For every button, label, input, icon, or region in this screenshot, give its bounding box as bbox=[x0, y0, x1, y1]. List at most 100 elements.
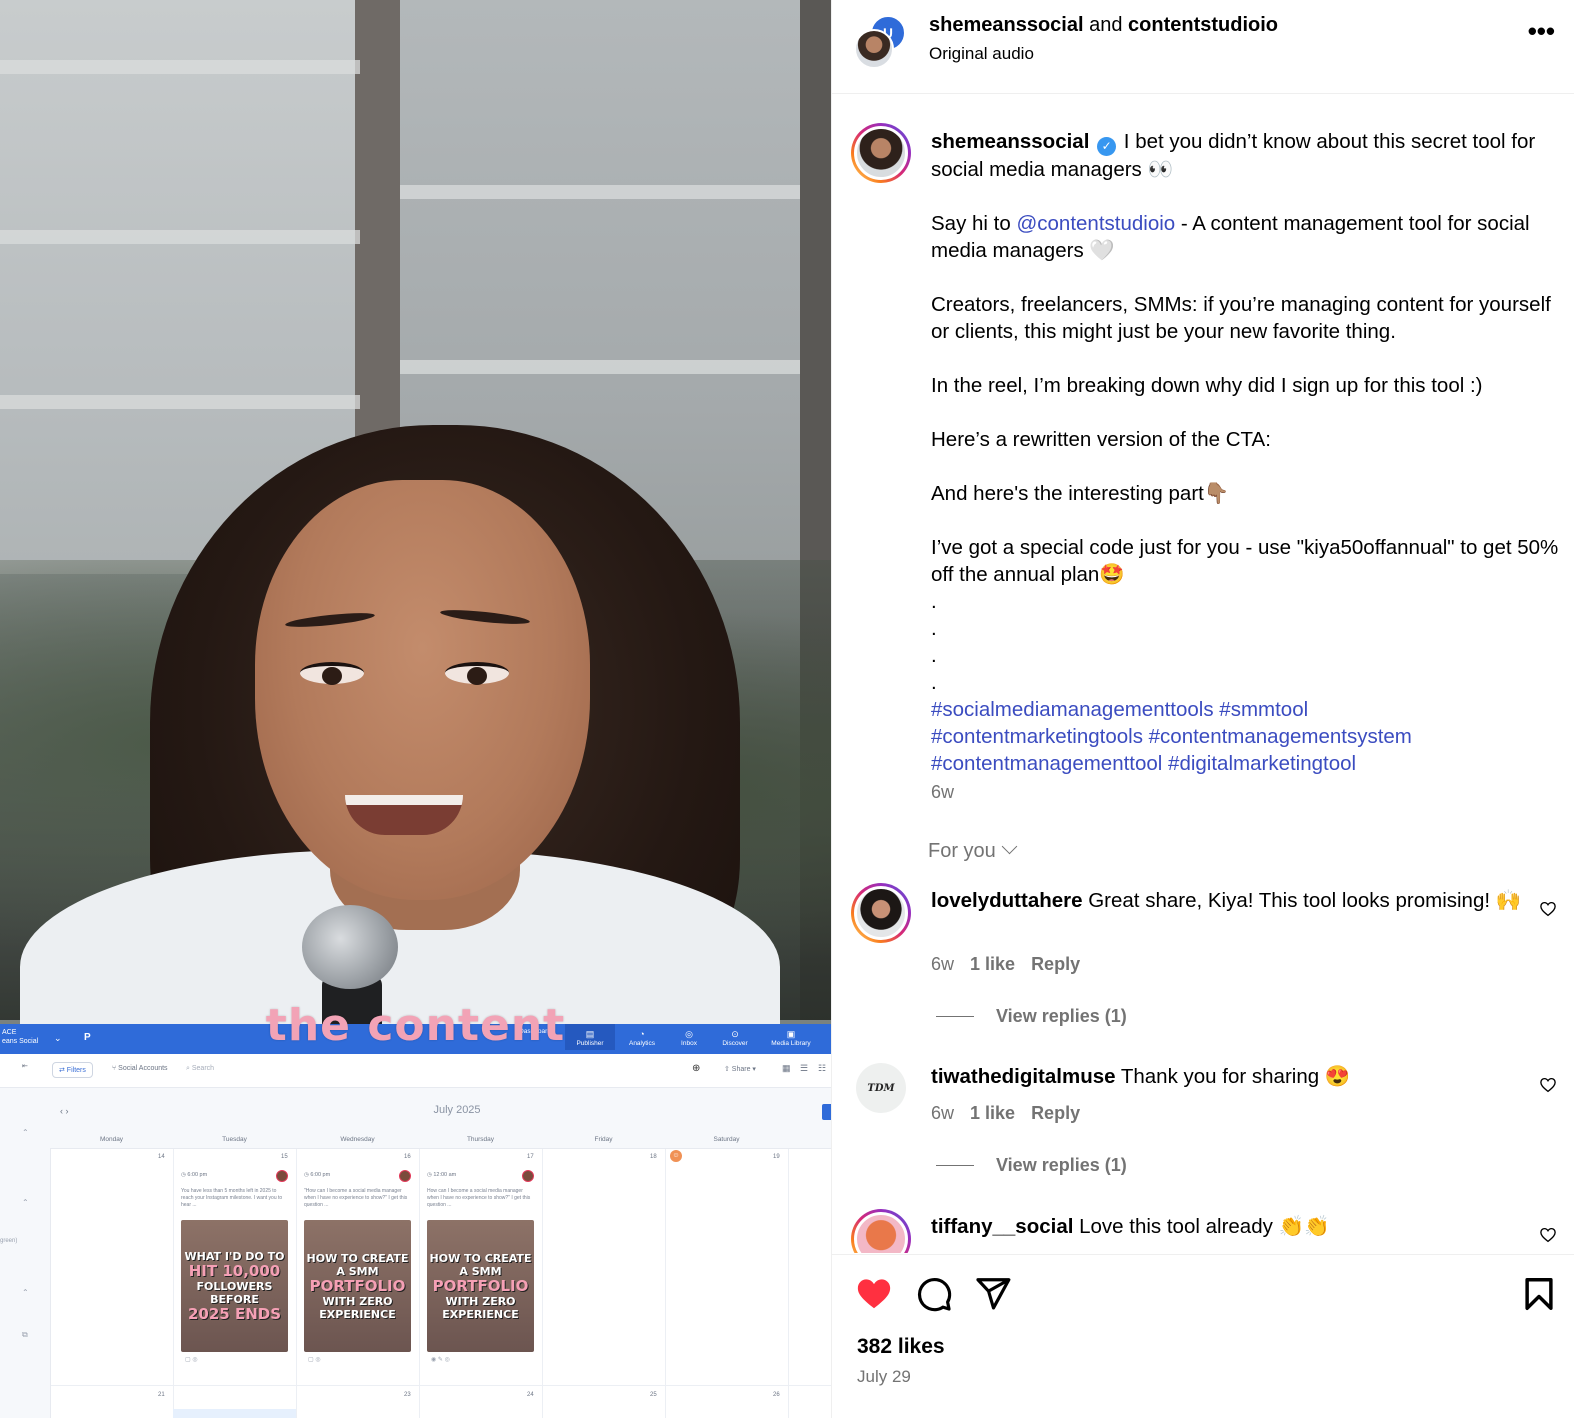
grid-line bbox=[419, 1149, 420, 1418]
post-date[interactable]: July 29 bbox=[857, 1367, 911, 1387]
audio-link[interactable]: Original audio bbox=[929, 44, 1034, 64]
date-number: 16 bbox=[404, 1154, 411, 1160]
collab-avatars[interactable]: ∪ bbox=[854, 15, 910, 71]
date-number: 17 bbox=[527, 1154, 534, 1160]
comments-scroll-area[interactable]: shemeanssocial ✓ I bet you didn’t know a… bbox=[832, 95, 1574, 1253]
scheduled-post-card: ◷ 6:00 pm You have less than 5 months lef… bbox=[181, 1170, 290, 1363]
thumbnail-text: PORTFOLIO bbox=[309, 1276, 406, 1295]
view-replies-button[interactable]: View replies (1) bbox=[936, 1155, 1127, 1176]
comment-avatar[interactable] bbox=[851, 883, 911, 943]
comment-time[interactable]: 6w bbox=[931, 954, 954, 974]
thumbnail-text: A SMM bbox=[459, 1264, 502, 1278]
date-number: 26 bbox=[773, 1392, 780, 1398]
comment-text: lovelyduttahere Great share, Kiya! This … bbox=[931, 887, 1531, 914]
social-accounts-button: ⑂ Social Accounts bbox=[112, 1065, 168, 1072]
day-header: Wednesday bbox=[340, 1136, 375, 1143]
comment-likes[interactable]: 1 like bbox=[970, 1103, 1015, 1123]
comment-username[interactable]: tiffany__social bbox=[931, 1215, 1073, 1238]
comment-username[interactable]: tiwathedigitalmuse bbox=[931, 1065, 1116, 1088]
day-header: Saturday bbox=[713, 1136, 740, 1143]
caption-paragraph: And here's the interesting part👇🏽 bbox=[931, 482, 1230, 505]
like-comment-heart-icon[interactable] bbox=[1539, 900, 1557, 918]
view-replies-label: View replies (1) bbox=[996, 1155, 1127, 1175]
like-comment-heart-icon[interactable] bbox=[1539, 1226, 1557, 1244]
account-avatar bbox=[522, 1170, 534, 1182]
caption-paragraph: Creators, freelancers, SMMs: if you’re m… bbox=[931, 293, 1551, 343]
chevron-up-icon: ⌃ bbox=[22, 1128, 29, 1137]
view-replies-button[interactable]: View replies (1) bbox=[936, 1006, 1127, 1027]
birthday-icon: ☺ bbox=[670, 1150, 682, 1162]
post-actions: 382 likes July 29 bbox=[832, 1254, 1574, 1418]
grid-line bbox=[296, 1149, 297, 1418]
authors-joiner: and bbox=[1083, 14, 1129, 36]
app-toolbar: ⇤ ⇄ Filters ⑂ Social Accounts ⌕ Search ⊕… bbox=[0, 1054, 831, 1088]
comment-likes[interactable]: 1 like bbox=[970, 954, 1015, 974]
embedded-app-screenshot: ACE eans Social ⌄ P Dashboard ▤ Publisher ◔… bbox=[0, 1024, 831, 1418]
hashtags-line[interactable]: #contentmarketingtools #contentmanagemen… bbox=[931, 723, 1563, 750]
filters-button: ⇄ Filters bbox=[52, 1062, 93, 1078]
save-bookmark-icon[interactable] bbox=[1520, 1275, 1558, 1313]
post-preview-text: "How can I become a social media manager… bbox=[304, 1188, 408, 1208]
grid-line bbox=[542, 1149, 543, 1418]
date-number: 15 bbox=[281, 1154, 288, 1160]
person-face bbox=[255, 480, 590, 900]
sort-label: For you bbox=[928, 840, 996, 862]
comment-avatar[interactable] bbox=[851, 1209, 911, 1253]
eye-left bbox=[300, 662, 364, 685]
new-post-button bbox=[822, 1104, 831, 1120]
comment-time[interactable]: 6w bbox=[931, 1103, 954, 1123]
chevron-up-icon: ⌃ bbox=[22, 1198, 29, 1207]
calendar-month-title: July 2025 bbox=[433, 1104, 481, 1116]
comment-sort-dropdown[interactable]: For you bbox=[928, 838, 1018, 863]
share-paper-plane-icon[interactable] bbox=[974, 1275, 1012, 1313]
comment-avatar[interactable]: TDM bbox=[856, 1063, 906, 1113]
thumbnail-text: BEFORE bbox=[210, 1292, 259, 1306]
grid-line bbox=[51, 1385, 831, 1386]
author-link-contentstudioio[interactable]: contentstudioio bbox=[1128, 14, 1278, 36]
reply-button[interactable]: Reply bbox=[1031, 954, 1080, 974]
author-link-shemeanssocial[interactable]: shemeanssocial bbox=[929, 14, 1084, 36]
caption-avatar[interactable] bbox=[851, 123, 911, 183]
hashtags-line[interactable]: #socialmediamanagementtools #smmtool bbox=[931, 696, 1563, 723]
divider bbox=[936, 1165, 974, 1166]
divider bbox=[936, 1016, 974, 1017]
comment-username[interactable]: lovelyduttahere bbox=[931, 889, 1083, 912]
share-button: ⇧ Share ▾ bbox=[724, 1066, 756, 1073]
window-rail bbox=[400, 360, 800, 374]
comment-bubble-icon[interactable] bbox=[915, 1275, 953, 1313]
like-heart-icon[interactable] bbox=[855, 1275, 893, 1313]
caption-dot: . bbox=[931, 617, 937, 640]
comment-body: Love this tool already 👏👏 bbox=[1073, 1215, 1330, 1238]
window-rail bbox=[400, 185, 800, 199]
date-number: 18 bbox=[650, 1154, 657, 1160]
likes-count[interactable]: 382 likes bbox=[857, 1335, 945, 1359]
calendar-view-icon: ▦ bbox=[782, 1063, 791, 1073]
verified-badge-icon: ✓ bbox=[1097, 137, 1117, 156]
hashtags-line[interactable]: #contentmanagementtool #digitalmarketing… bbox=[931, 750, 1563, 777]
caption-timestamp[interactable]: 6w bbox=[931, 782, 954, 803]
thumbnail-text: EXPERIENCE bbox=[442, 1307, 519, 1321]
mention-link[interactable]: @contentstudioio bbox=[1016, 212, 1175, 235]
post-time: ◷ 6:00 pm bbox=[181, 1172, 208, 1178]
reel-video[interactable]: ACE eans Social ⌄ P Dashboard ▤ Publisher ◔… bbox=[0, 0, 831, 1418]
comment-text: tiffany__social Love this tool already 👏… bbox=[931, 1213, 1531, 1240]
date-number: 14 bbox=[158, 1154, 165, 1160]
date-number: 24 bbox=[527, 1392, 534, 1398]
grid-line bbox=[173, 1149, 174, 1418]
date-number: 21 bbox=[158, 1392, 165, 1398]
post-thumbnail: WHAT I'D DO TO HIT 10,000 FOLLOWERS BEFORE 2… bbox=[181, 1220, 288, 1352]
date-number: 23 bbox=[404, 1392, 411, 1398]
post-action-icons: ▢ ◎ bbox=[308, 1357, 321, 1363]
date-number: 25 bbox=[650, 1392, 657, 1398]
thumbnail-text: WITH ZERO bbox=[322, 1294, 393, 1308]
reply-button[interactable]: Reply bbox=[1031, 1103, 1080, 1123]
day-header: Monday bbox=[99, 1136, 124, 1143]
account-avatar bbox=[276, 1170, 288, 1182]
post-time: ◷ 6:00 pm bbox=[304, 1172, 331, 1178]
more-options-icon[interactable]: ••• bbox=[1528, 16, 1555, 47]
shemeanssocial-avatar[interactable] bbox=[854, 29, 894, 69]
caption-username[interactable]: shemeanssocial bbox=[931, 130, 1089, 153]
comment-body: Great share, Kiya! This tool looks promi… bbox=[1082, 889, 1522, 912]
account-avatar bbox=[399, 1170, 411, 1182]
like-comment-heart-icon[interactable] bbox=[1539, 1076, 1557, 1094]
